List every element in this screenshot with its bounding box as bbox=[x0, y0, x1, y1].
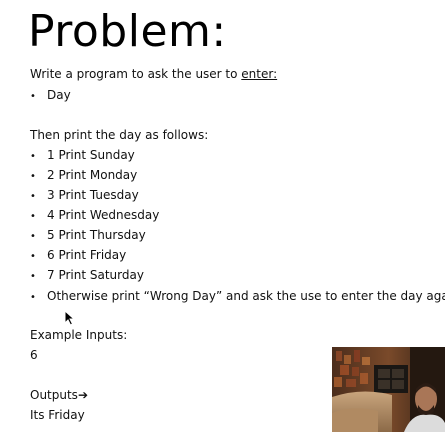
intro-text: Write a program to ask the user to bbox=[30, 67, 242, 81]
rule-item: • 5 Print Thursday bbox=[30, 227, 146, 245]
bullet-icon: • bbox=[30, 271, 36, 282]
bullet-icon: • bbox=[30, 292, 36, 303]
bullet-icon: • bbox=[30, 191, 36, 202]
rule-text: 6 Print Friday bbox=[47, 248, 127, 262]
bullet-icon: • bbox=[30, 211, 36, 222]
example-inputs-label: Example Inputs: bbox=[30, 328, 128, 342]
rule-item: • 2 Print Monday bbox=[30, 167, 137, 185]
rule-item: • Otherwise print “Wrong Day” and ask the… bbox=[30, 288, 445, 306]
rule-item: • 4 Print Wednesday bbox=[30, 207, 159, 225]
bullet-icon: • bbox=[30, 151, 36, 162]
rule-item: • 3 Print Tuesday bbox=[30, 187, 139, 205]
slide-title: Problem: bbox=[28, 6, 227, 57]
rule-text: 4 Print Wednesday bbox=[47, 208, 160, 222]
presenter-video-feed bbox=[332, 347, 445, 432]
bullet-icon: • bbox=[30, 171, 36, 182]
rule-item: • 6 Print Friday bbox=[30, 247, 126, 265]
outputs-label: Outputs bbox=[30, 388, 78, 402]
input-list-item: • Day bbox=[30, 87, 71, 105]
rule-text: 1 Print Sunday bbox=[47, 148, 135, 162]
rule-item: • 7 Print Saturday bbox=[30, 267, 144, 285]
bullet-icon: • bbox=[30, 251, 36, 262]
bullet-icon: • bbox=[30, 91, 36, 102]
presenter-webcam-overlay bbox=[332, 347, 445, 432]
print-intro-line: Then print the day as follows: bbox=[30, 128, 209, 142]
slide-canvas: Problem: Write a program to ask the user… bbox=[0, 0, 445, 432]
arrow-right-icon: ➔ bbox=[77, 388, 88, 402]
rule-text: 3 Print Tuesday bbox=[47, 188, 139, 202]
input-item-label: Day bbox=[47, 88, 71, 102]
intro-emphasis: enter: bbox=[241, 67, 278, 81]
outputs-label-line: Outputs➔ bbox=[30, 387, 88, 403]
rule-text: Otherwise print “Wrong Day” and ask the … bbox=[47, 289, 445, 303]
intro-line: Write a program to ask the user to enter… bbox=[30, 66, 277, 82]
rule-text: 2 Print Monday bbox=[47, 168, 138, 182]
example-output-value: Its Friday bbox=[30, 408, 85, 422]
example-input-value: 6 bbox=[30, 348, 38, 362]
rule-text: 7 Print Saturday bbox=[47, 268, 144, 282]
bullet-icon: • bbox=[30, 231, 36, 242]
mouse-pointer-icon bbox=[64, 310, 76, 326]
rule-text: 5 Print Thursday bbox=[47, 228, 146, 242]
rule-item: • 1 Print Sunday bbox=[30, 147, 135, 165]
